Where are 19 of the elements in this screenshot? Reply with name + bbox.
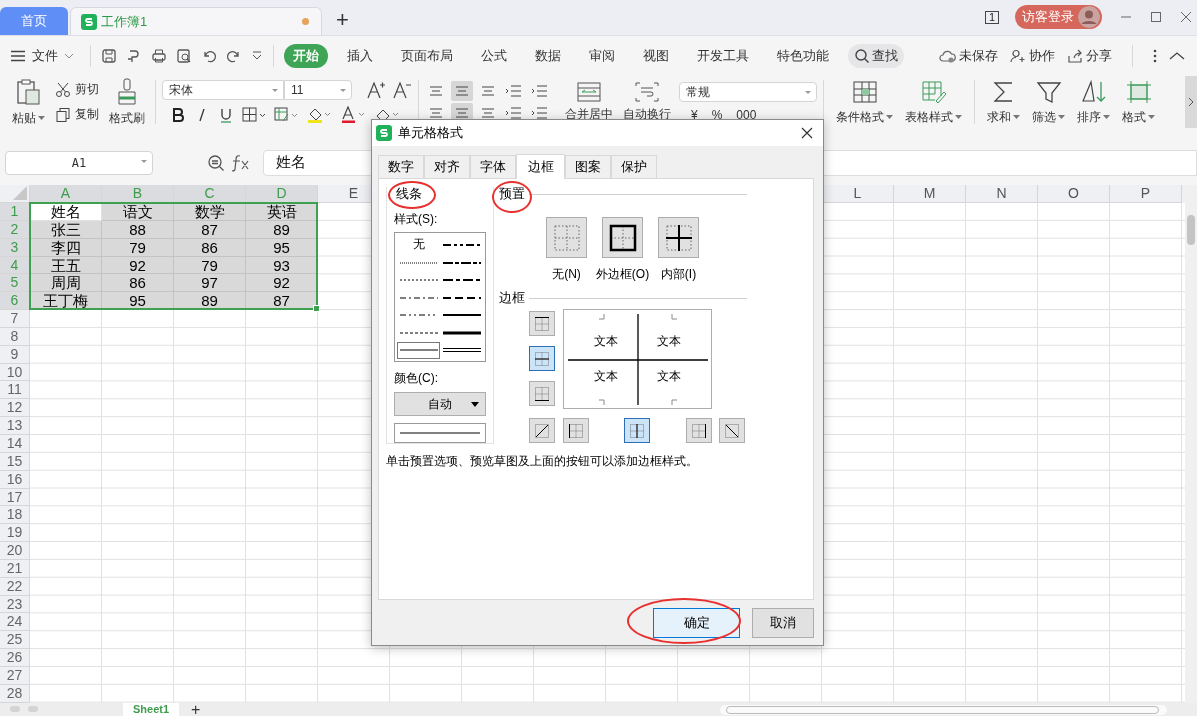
section-heading: 预置 — [499, 185, 525, 203]
dialog-title: 单元格格式 — [398, 124, 464, 142]
section-heading: 边框 — [499, 289, 525, 307]
table-cell: 周周 — [30, 274, 102, 293]
style-label: 样式(S): — [394, 211, 439, 228]
preset-label: 内部(I) — [660, 266, 697, 283]
preview-text: 文本 — [657, 333, 682, 350]
group-heading: 线条 — [396, 185, 422, 203]
table-cell: 97 — [174, 274, 246, 293]
hint-text: 单击预置选项、预览草图及上面的按钮可以添加边框样式。 — [386, 453, 698, 470]
preview-text: 文本 — [593, 368, 618, 385]
preset-label: 无(N) — [552, 266, 581, 283]
preview-text: 文本 — [593, 333, 618, 350]
table-cell: 92 — [246, 274, 318, 293]
table-cell: 86 — [102, 274, 174, 293]
document-title: 工作簿1 — [101, 12, 149, 31]
color-label: 颜色(C): — [394, 370, 439, 387]
preset-label: 外边框(O) — [595, 266, 650, 283]
preview-text: 文本 — [657, 368, 682, 385]
